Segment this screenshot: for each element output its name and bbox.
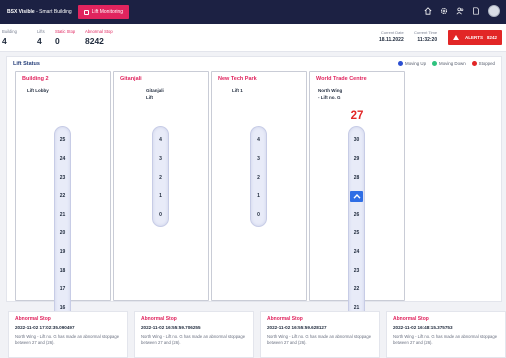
moving-down-dot [432,61,438,66]
building-name: Building 2 [22,76,49,82]
floor-number[interactable]: 22 [349,284,364,295]
lift-car-up-icon[interactable] [350,190,363,202]
floor-number[interactable]: 0 [251,209,266,220]
building-card[interactable]: Gitanjali Gitanjali Lift 4 3 2 1 0 [113,71,209,301]
summary-bar: Building 4 Lifts 4 Static Stop 0 Abnorma… [0,24,506,52]
home-icon[interactable] [424,7,432,15]
floor-number[interactable]: 18 [55,265,70,276]
alert-title: Abnormal Stop [141,316,177,322]
building-card[interactable]: World Trade Centre North Wing - Lift no. G… [309,71,405,320]
alert-datetime: 2022-11-02 16:55:59.628127 [267,325,327,330]
floor-number[interactable]: 24 [55,153,70,164]
floor-number[interactable]: 17 [55,284,70,295]
moving-up-dot [398,61,404,66]
floor-number[interactable]: 23 [55,172,70,183]
panel-title: Lift Status [13,61,40,67]
building-name: Gitanjali [120,76,142,82]
floor-number[interactable]: 26 [349,209,364,220]
alert-message: North Wing - Lift no. G has made an abno… [393,334,498,345]
floor-number[interactable]: 22 [55,191,70,202]
floor-number[interactable]: 30 [349,135,364,146]
floor-number[interactable]: 25 [55,135,70,146]
floor-number[interactable]: 4 [153,135,168,146]
building-card[interactable]: New Tech Park Lift 1 4 3 2 1 0 [211,71,307,301]
users-icon[interactable] [456,7,464,15]
lifts-stat: Lifts 4 [37,29,45,46]
gear-icon[interactable] [440,7,448,15]
floor-number[interactable]: 0 [153,209,168,220]
floor-number[interactable]: 4 [251,135,266,146]
floor-number[interactable]: 24 [349,246,364,257]
monitor-icon [83,9,89,15]
lift-name: Gitanjali Lift [146,88,164,100]
building-name: New Tech Park [218,76,257,82]
stopped-dot [471,61,477,66]
alert-title: Abnormal Stop [15,316,51,322]
user-avatar[interactable] [488,5,500,17]
floor-number[interactable]: 28 [349,172,364,183]
static-stop-stat: Static Stop 0 [55,29,76,46]
alert-datetime: 2022-11-02 16:48:15.375753 [393,325,453,330]
floor-number[interactable]: 21 [55,209,70,220]
floor-number[interactable]: 3 [251,153,266,164]
floor-number[interactable]: 1 [251,191,266,202]
alert-message: North Wing - Lift no. G has made an abno… [267,334,372,345]
alert-card[interactable]: Abnormal Stop 2022-11-02 16:55:59.706255 N… [134,311,254,358]
abnormal-stop-stat: Abnormal Stop 8242 [85,29,113,46]
current-floor-indicator: 27 [350,110,364,122]
lift-name: Lift Lobby [27,88,49,93]
alert-title: Abnormal Stop [267,316,303,322]
lift-name: Lift 1 [232,88,243,93]
document-icon[interactable] [472,7,480,15]
alert-card[interactable]: Abnormal Stop 2022-11-02 16:55:59.628127 N… [260,311,380,358]
lift-name: North Wing - Lift no. G [318,88,343,100]
legend: Moving Up Moving Down Stopped [398,61,495,66]
alert-title: Abnormal Stop [393,316,429,322]
lift-shaft: 25 24 23 22 21 20 19 18 17 16 [54,126,71,320]
floor-number[interactable]: 29 [349,153,364,164]
floor-number[interactable]: 25 [349,228,364,239]
building-name: World Trade Centre [316,76,367,82]
alert-message: North Wing - Lift no. G has made an abno… [141,334,246,345]
building-stat: Building 4 [2,29,17,46]
alert-datetime: 2022-11-02 16:55:59.706255 [141,325,201,330]
alert-card[interactable]: Abnormal Stop 2022-11-02 17:02:35.090497 N… [8,311,128,358]
floor-number[interactable]: 20 [55,228,70,239]
lift-shaft: 30 29 28 26 25 24 23 22 21 [348,126,365,320]
lift-monitoring-tab[interactable]: Lift Monitoring [77,5,130,19]
floor-number[interactable]: 3 [153,153,168,164]
floor-number[interactable]: 19 [55,246,70,257]
floor-number[interactable]: 2 [153,172,168,183]
lift-status-panel: Lift Status Moving Up Moving Down Stoppe… [6,56,502,320]
brand-title[interactable]: BSX Visible - Smart Building [7,9,72,15]
lift-shaft: 4 3 2 1 0 [152,126,169,227]
warning-icon [453,35,459,40]
top-bar: BSX Visible - Smart Building Lift Monito… [0,0,506,24]
current-date: Current Date 18.11.2022 [379,30,404,43]
floor-number[interactable]: 23 [349,265,364,276]
floor-number[interactable]: 2 [251,172,266,183]
lift-shaft: 4 3 2 1 0 [250,126,267,227]
current-time: Current Time 11:32:20 [414,30,438,43]
building-card[interactable]: Building 2 Lift Lobby 25 24 23 22 21 20 19 18 17 16 [15,71,111,320]
alert-message: North Wing - Lift no. G has made an abno… [15,334,120,345]
floor-number[interactable]: 1 [153,191,168,202]
alert-datetime: 2022-11-02 17:02:35.090497 [15,325,75,330]
alert-card[interactable]: Abnormal Stop 2022-11-02 16:48:15.375753 N… [386,311,506,358]
alerts-button[interactable]: ALERTS 8242 [448,30,502,45]
